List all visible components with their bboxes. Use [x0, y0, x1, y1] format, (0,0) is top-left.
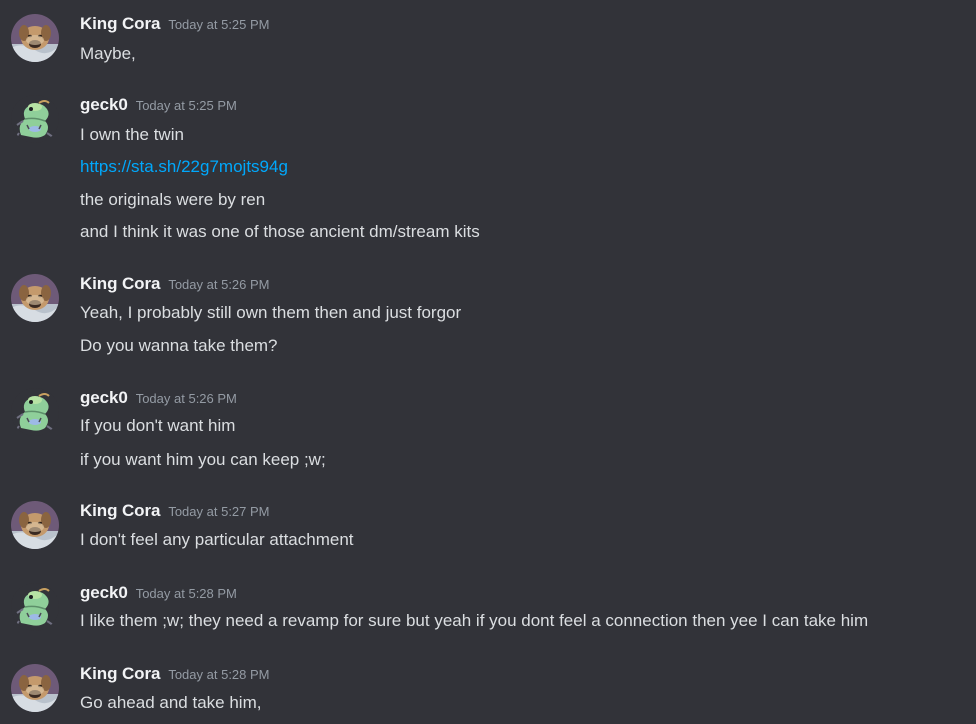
message-header: King Cora Today at 5:28 PM — [80, 664, 270, 688]
username[interactable]: geck0 — [80, 95, 128, 114]
gecko-avatar[interactable] — [11, 95, 59, 143]
message-header: King Cora Today at 5:27 PM — [80, 501, 270, 525]
username[interactable]: geck0 — [80, 583, 128, 602]
message-header: King Cora Today at 5:25 PM — [80, 14, 270, 38]
message-header: geck0 Today at 5:25 PM — [80, 95, 237, 119]
timestamp: Today at 5:26 PM — [168, 277, 270, 292]
message-text: I own the twin — [80, 125, 184, 144]
message-text: Maybe, — [80, 44, 136, 63]
message-link[interactable]: https://sta.sh/22g7mojts94g — [80, 156, 288, 178]
message-text: and I think it was one of those ancient … — [80, 222, 480, 241]
timestamp: Today at 5:25 PM — [168, 17, 270, 32]
dog-avatar[interactable] — [11, 501, 59, 549]
message-text: Do you wanna take them? — [80, 336, 278, 355]
dog-avatar[interactable] — [11, 14, 59, 62]
message-text: if you want him you can keep ;w; — [80, 450, 326, 469]
timestamp: Today at 5:28 PM — [168, 667, 270, 682]
gecko-avatar[interactable] — [11, 388, 59, 436]
message-header: geck0 Today at 5:26 PM — [80, 388, 237, 412]
dog-avatar[interactable] — [11, 664, 59, 712]
timestamp: Today at 5:25 PM — [135, 98, 237, 113]
gecko-avatar[interactable] — [11, 583, 59, 631]
username[interactable]: King Cora — [80, 274, 160, 293]
message-text: Go ahead and take him, — [80, 693, 262, 712]
username[interactable]: King Cora — [80, 14, 160, 33]
message-text: the originals were by ren — [80, 190, 266, 209]
dog-avatar[interactable] — [11, 274, 59, 322]
username[interactable]: King Cora — [80, 664, 160, 683]
message-header: King Cora Today at 5:26 PM — [80, 274, 270, 298]
message-text: Yeah, I probably still own them then and… — [80, 303, 462, 322]
username[interactable]: geck0 — [80, 388, 128, 407]
timestamp: Today at 5:27 PM — [168, 504, 270, 519]
timestamp: Today at 5:26 PM — [135, 391, 237, 406]
message-header: geck0 Today at 5:28 PM — [80, 583, 237, 607]
timestamp: Today at 5:28 PM — [135, 586, 237, 601]
username[interactable]: King Cora — [80, 501, 160, 520]
message-text: I like them ;w; they need a revamp for s… — [80, 611, 869, 630]
message-text: I don't feel any particular attachment — [80, 530, 354, 549]
message-text: If you don't want him — [80, 416, 236, 435]
